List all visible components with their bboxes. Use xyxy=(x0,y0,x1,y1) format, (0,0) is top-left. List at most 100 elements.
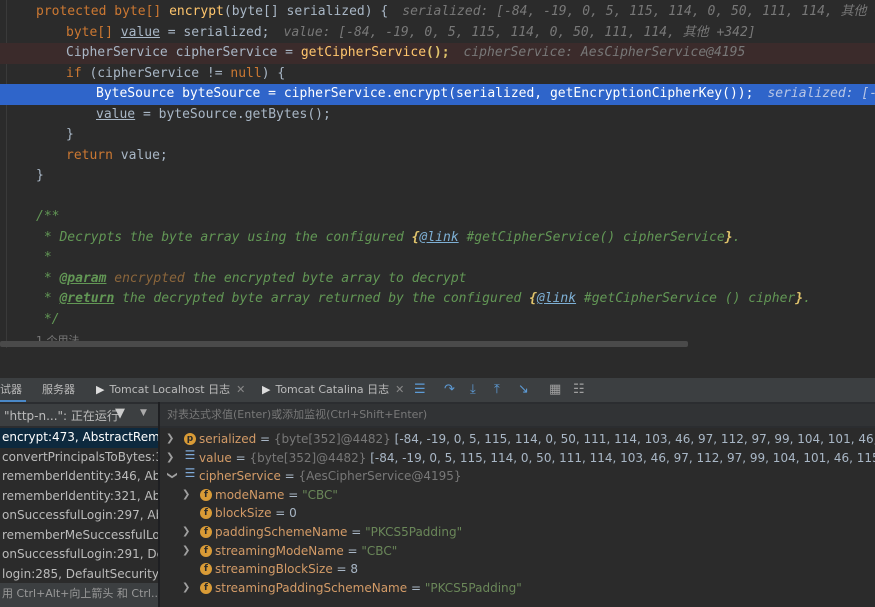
params: (byte[] serialized) { xyxy=(223,4,389,19)
code-text: } xyxy=(36,168,44,183)
chevron-right-icon[interactable]: ❯ xyxy=(166,449,176,468)
var-value: [-84, -19, 0, 5, 115, 114, 0, 50, 111, 1… xyxy=(370,450,875,465)
comment-text: * xyxy=(36,291,60,306)
chevron-right-icon[interactable]: ❯ xyxy=(182,542,192,561)
frame-item[interactable]: login:285, DefaultSecurityManager xyxy=(0,565,158,585)
method-name: encrypt xyxy=(169,4,224,19)
tab-debugger[interactable]: 试器 xyxy=(0,378,26,402)
code-text: = byteSource.getBytes(); xyxy=(135,106,331,122)
code-line-2[interactable]: byte[] value = serialized; value: [-84, -… xyxy=(0,23,875,44)
tab-tomcat-catalina[interactable]: ▶ Tomcat Catalina 日志 ✕ xyxy=(262,378,404,402)
code-line-7[interactable]: } xyxy=(0,125,875,146)
inline-hint: cipherService: AesCipherService@4195 xyxy=(463,45,746,60)
frame-item[interactable]: encrypt:473, AbstractRememberMeManager xyxy=(0,428,158,448)
eq: = xyxy=(284,487,303,502)
tab-services[interactable]: 服务器 xyxy=(42,378,75,402)
var-name: serialized xyxy=(199,432,257,446)
code-line-4[interactable]: if (cipherService != null) { xyxy=(0,64,875,85)
keyword: protected xyxy=(36,4,107,19)
method-call: getCipherService xyxy=(300,45,427,60)
var-name: modeName xyxy=(215,487,285,502)
tab-label: Tomcat Catalina 日志 xyxy=(275,383,390,396)
doc-tag: @param xyxy=(59,270,107,286)
chevron-right-icon[interactable]: ❯ xyxy=(166,430,176,449)
step-into-icon[interactable]: ⤓ xyxy=(470,383,476,397)
brace: { xyxy=(411,229,420,245)
variables-tree[interactable]: ❯ p serialized = {byte[352]@4482} [-84, … xyxy=(160,428,875,607)
step-over-icon[interactable]: ↷ xyxy=(444,383,455,397)
brace: } xyxy=(795,291,804,306)
eq: = xyxy=(343,543,362,558)
var-type: {byte[352]@4482} xyxy=(273,432,391,446)
code-text: (cipherService != xyxy=(81,65,231,81)
code-text: } xyxy=(66,127,74,142)
evaluate-expression-input[interactable]: 对表达式求值(Enter)或添加监视(Ctrl+Shift+Enter) xyxy=(160,404,875,426)
console-icon: ▶ xyxy=(96,383,105,396)
keyword: byte[] xyxy=(66,24,113,40)
code-line-8[interactable]: return value; xyxy=(0,146,875,167)
debug-panel: 试器 服务器 ▶ Tomcat Localhost 日志 ✕ ▶ Tomcat Cat… xyxy=(0,348,875,607)
code-line-5-current[interactable]: ByteSource byteSource = cipherService.en… xyxy=(0,84,875,105)
filter-icon[interactable]: ▼ xyxy=(115,406,125,421)
frame-item[interactable]: rememberIdentity:321, AbstractRememberMe… xyxy=(0,487,158,507)
doc-link[interactable]: @link xyxy=(420,230,459,245)
hint-text: 用 Ctrl+Alt+向上箭头 和 Ctrl... xyxy=(2,587,158,600)
close-icon[interactable]: ✕ xyxy=(236,383,245,396)
step-out-icon[interactable]: ⤒ xyxy=(494,383,500,397)
keyword: return xyxy=(66,147,113,163)
frame-item[interactable]: onSuccessfulLogin:297, AbstractRememberM… xyxy=(0,506,158,526)
doc-line-4[interactable]: * @param encrypted the encrypted byte ar… xyxy=(0,269,875,290)
menu-icon[interactable]: ☰ xyxy=(414,383,426,397)
frame-item[interactable]: rememberIdentity:346, AbstractRememberMe… xyxy=(0,467,158,487)
doc-line-3[interactable]: * xyxy=(0,248,875,269)
field-icon: f xyxy=(200,563,212,576)
chevron-down-icon[interactable]: ❯ xyxy=(162,471,181,481)
var-name: streamingBlockSize xyxy=(215,562,333,577)
code-line-9[interactable]: } xyxy=(0,166,875,187)
tab-tomcat-localhost[interactable]: ▶ Tomcat Localhost 日志 ✕ xyxy=(96,378,245,402)
field-icon: f xyxy=(200,581,212,594)
keyword: if xyxy=(66,65,82,81)
panel-divider xyxy=(0,348,875,379)
brace: { xyxy=(529,291,537,306)
eq: = xyxy=(332,562,351,577)
chevron-right-icon[interactable]: ❯ xyxy=(182,486,192,505)
doc-link[interactable]: @link xyxy=(537,291,576,306)
code-line-6[interactable]: value = byteSource.getBytes(); xyxy=(0,105,875,126)
horizontal-scrollbar[interactable] xyxy=(0,341,688,347)
thread-selector[interactable]: "http-n...": 正在运行 ▼ ▼ xyxy=(0,404,158,426)
code-text: ByteSource byteSource = cipherService.en… xyxy=(96,86,754,101)
chevron-down-icon[interactable]: ▼ xyxy=(140,408,147,418)
doc-line-2[interactable]: * Decrypts the byte array using the conf… xyxy=(0,228,875,249)
console-icon: ▶ xyxy=(262,383,271,396)
var-name: streamingPaddingSchemeName xyxy=(215,580,408,595)
comment-text: . xyxy=(732,229,741,245)
close-icon[interactable]: ✕ xyxy=(395,383,404,396)
var-name: paddingSchemeName xyxy=(215,525,348,539)
doc-line-5[interactable]: * @return the decrypted byte array retur… xyxy=(0,289,875,310)
inline-hint: serialized: [-84, -19, 0, 5, 115, 114, 0… xyxy=(402,4,875,19)
frame-item[interactable]: convertPrincipalsToBytes:362 xyxy=(0,448,158,468)
code-editor[interactable]: protected byte[] encrypt(byte[] serializ… xyxy=(0,0,875,348)
debug-toolbar: 试器 服务器 ▶ Tomcat Localhost 日志 ✕ ▶ Tomcat Cat… xyxy=(0,378,875,402)
run-to-cursor-icon[interactable]: ↘ xyxy=(518,383,529,397)
comment-text: the encrypted byte array to decrypt xyxy=(184,270,467,286)
chevron-right-icon[interactable]: ❯ xyxy=(182,523,192,542)
frame-item[interactable]: rememberMeSuccessfulLogin xyxy=(0,526,158,546)
chevron-right-icon[interactable]: ❯ xyxy=(182,579,192,598)
settings-icon[interactable]: ☷ xyxy=(573,383,585,397)
frames-list[interactable]: encrypt:473, AbstractRememberMeManager c… xyxy=(0,428,158,607)
type-name: CipherService xyxy=(66,45,168,60)
frame-item[interactable]: onSuccessfulLogin:291, DefaultSecurityMa… xyxy=(0,545,158,565)
inline-hint: value: [-84, -19, 0, 5, 115, 114, 0, 50,… xyxy=(283,24,756,40)
code-line-3[interactable]: CipherService cipherService = getCipherS… xyxy=(0,43,875,64)
doc-line-1[interactable]: /** xyxy=(0,207,875,228)
evaluate-icon[interactable]: ▦ xyxy=(549,383,561,397)
tab-label: 试器 xyxy=(0,383,22,396)
code-text: value; xyxy=(112,147,168,163)
code-line-1[interactable]: protected byte[] encrypt(byte[] serializ… xyxy=(0,2,875,23)
code-text: = serialized; xyxy=(159,24,270,40)
variable: value xyxy=(120,24,160,40)
doc-line-6[interactable]: */ xyxy=(0,310,875,331)
var-value: "PKCS5Padding" xyxy=(365,525,463,539)
